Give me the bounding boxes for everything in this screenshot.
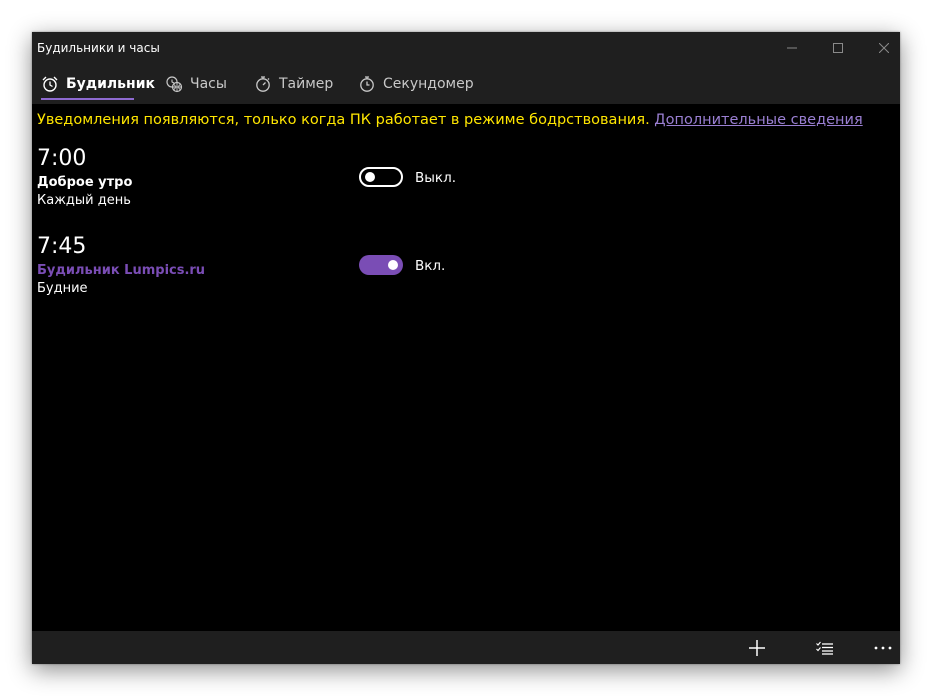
select-list-icon [816, 641, 833, 655]
tab-label: Таймер [279, 76, 334, 92]
tab-label: Секундомер [383, 76, 474, 92]
add-alarm-button[interactable] [737, 631, 777, 664]
select-alarms-button[interactable] [805, 631, 845, 664]
active-tab-indicator [41, 98, 134, 100]
maximize-button[interactable] [815, 32, 861, 64]
close-icon [879, 43, 889, 53]
toggle-state-label: Выкл. [415, 170, 456, 186]
more-info-link[interactable]: Дополнительные сведения [654, 112, 862, 128]
notice-text: Уведомления появляются, только когда ПК … [37, 112, 650, 128]
timer-icon [254, 75, 272, 93]
more-options-button[interactable] [863, 631, 900, 664]
command-bar [32, 631, 900, 664]
tab-label: Будильник [66, 76, 156, 92]
maximize-icon [833, 43, 843, 53]
more-icon [874, 646, 892, 649]
alarm-repeat: Каждый день [37, 193, 131, 208]
alarm-repeat: Будние [37, 281, 88, 296]
toggle-knob [365, 172, 375, 182]
notification-banner: Уведомления появляются, только когда ПК … [37, 112, 863, 128]
stopwatch-icon [358, 75, 376, 93]
tab-stopwatch[interactable]: Секундомер [358, 64, 474, 104]
alarm-toggle[interactable] [359, 167, 403, 187]
add-icon [749, 639, 765, 656]
toggle-state-label: Вкл. [415, 258, 446, 274]
window-title: Будильники и часы [37, 41, 160, 55]
title-bar[interactable]: Будильники и часы [32, 32, 900, 64]
world-clock-icon [165, 75, 183, 93]
alarm-clock-icon [41, 75, 59, 93]
alarm-time: 7:45 [37, 234, 87, 259]
alarm-item[interactable]: 7:00 Доброе утро Каждый день [37, 146, 132, 208]
tab-timer[interactable]: Таймер [254, 64, 333, 104]
tab-clock[interactable]: Часы [165, 64, 227, 104]
tab-label: Часы [190, 76, 227, 92]
minimize-icon [787, 47, 797, 49]
app-window: Будильники и часы Будильник Часы Таймер … [32, 32, 900, 664]
alarm-time: 7:00 [37, 146, 87, 171]
tab-bar: Будильник Часы Таймер Секундомер [32, 64, 900, 104]
alarm-item[interactable]: 7:45 Будильник Lumpics.ru Будние [37, 234, 205, 296]
toggle-knob [388, 260, 398, 270]
alarm-name: Будильник Lumpics.ru [37, 263, 206, 278]
alarm-name: Доброе утро [37, 175, 133, 190]
minimize-button[interactable] [769, 32, 815, 64]
close-button[interactable] [861, 32, 900, 64]
alarm-toggle[interactable] [359, 255, 403, 275]
